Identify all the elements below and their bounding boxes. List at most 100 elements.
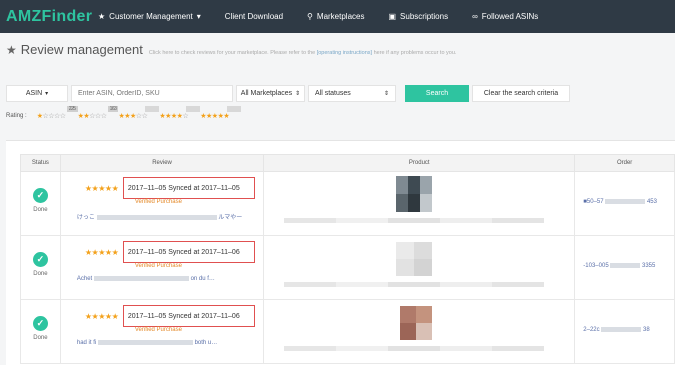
page-header: ★ Review management Click here to check …	[6, 42, 456, 57]
order-id: -103–005 3355	[583, 263, 655, 269]
table-row[interactable]: ✓ Done ★★★★★ 2017–11–05 Synced at 2017–1…	[20, 300, 675, 364]
rating-count: 163	[107, 106, 119, 112]
search-button[interactable]: Search	[405, 85, 469, 102]
nav-marketplaces[interactable]: ⚲ Marketplaces	[307, 12, 364, 21]
status-text: Done	[33, 271, 48, 277]
star-icon: ★	[98, 12, 106, 21]
table-row[interactable]: ✓ Done ★★★★★ 2017–11–05 Synced at 2017–1…	[20, 236, 675, 300]
product-image	[396, 176, 433, 212]
nav-subscriptions[interactable]: ▣ Subscriptions	[388, 12, 448, 21]
page-title-text: Review management	[20, 42, 143, 57]
caret-down-icon: ▾	[45, 91, 49, 97]
marketplace-select[interactable]: All Marketplaces ⇕	[236, 85, 305, 102]
link-icon: ∞	[472, 12, 478, 21]
review-snippet[interactable]: had it fi both u…	[77, 340, 217, 346]
star-icon: ★	[6, 42, 17, 57]
review-stars: ★★★★★	[84, 248, 119, 257]
status-cell: ✓ Done	[21, 236, 61, 299]
redacted-text	[97, 340, 193, 345]
snippet-start: had it fi	[76, 340, 97, 347]
product-title-redacted	[284, 218, 545, 223]
product-cell[interactable]	[264, 236, 576, 299]
app-logo[interactable]: AMZFinder	[6, 8, 92, 26]
order-start: ■50–57	[583, 199, 604, 206]
operating-instructions-link[interactable]: [operating instructions]	[317, 50, 372, 56]
page-hint: Click here to check reviews for your mar…	[149, 50, 457, 56]
nav-label: Subscriptions	[400, 12, 449, 21]
top-navbar: AMZFinder ★ Customer Management ▾ Client…	[0, 0, 675, 33]
nav-client-download[interactable]: Client Download	[225, 12, 283, 21]
snippet-end: both u…	[194, 340, 218, 347]
review-cell: ★★★★★ 2017–11–05 Synced at 2017–11–05 Ve…	[61, 172, 265, 235]
verified-purchase-label: Verified Purchase	[134, 263, 182, 269]
status-select-label: All statuses	[315, 90, 351, 97]
table-header: Status Review Product Order	[20, 154, 675, 172]
nav-followed-asins[interactable]: ∞ Followed ASINs	[472, 12, 538, 21]
status-text: Done	[33, 335, 48, 341]
status-select[interactable]: All statuses ⇕	[308, 85, 396, 102]
order-cell[interactable]: 2–22c 38	[575, 300, 674, 363]
page-title: ★ Review management	[6, 42, 143, 57]
rating-count: 225	[66, 106, 78, 112]
filter-bar: ASIN ▾ All Marketplaces ⇕ All statuses ⇕…	[6, 85, 570, 102]
review-stars: ★★★★★	[84, 184, 119, 193]
nav-label: Marketplaces	[316, 12, 365, 21]
sync-date-highlight: 2017–11–05 Synced at 2017–11–05	[122, 177, 255, 199]
sort-icon: ⇕	[383, 91, 389, 97]
rating-4-star[interactable]: ★★★★☆	[159, 106, 201, 120]
hint-text: Click here to check reviews for your mar…	[148, 49, 316, 56]
order-start: -103–005	[583, 263, 609, 270]
rating-1-star[interactable]: ★☆☆☆☆ 225	[37, 106, 78, 120]
product-cell[interactable]	[264, 172, 576, 235]
sync-date-highlight: 2017–11–05 Synced at 2017–11–06	[122, 241, 255, 263]
col-status: Status	[21, 155, 61, 171]
rating-count-blurred	[227, 106, 242, 112]
redacted-text	[605, 199, 646, 204]
clear-search-button[interactable]: Clear the search criteria	[472, 85, 570, 102]
product-cell[interactable]	[264, 300, 576, 363]
redacted-text	[96, 214, 217, 220]
order-start: 2–22c	[583, 327, 600, 334]
check-icon: ✓	[32, 188, 48, 203]
col-order: Order	[616, 160, 633, 166]
nav-label: Client Download	[224, 12, 284, 21]
order-id: ■50–57 453	[583, 199, 657, 205]
nav-customer-management[interactable]: ★ Customer Management ▾	[98, 12, 201, 21]
hint-text-suffix: here if any problems occur to you.	[373, 49, 457, 56]
product-title-redacted	[284, 282, 545, 287]
sitemap-icon: ⚲	[307, 12, 313, 21]
rating-label: Rating :	[6, 113, 27, 119]
rating-5-star[interactable]: ★★★★★	[200, 106, 242, 120]
nav-label: Followed ASINs	[481, 12, 539, 21]
rating-2-star[interactable]: ★★☆☆☆ 163	[78, 106, 119, 120]
review-cell: ★★★★★ 2017–11–05 Synced at 2017–11–06 Ve…	[61, 236, 265, 299]
redacted-text	[93, 276, 189, 281]
verified-purchase-label: Verified Purchase	[134, 327, 182, 333]
order-cell[interactable]: -103–005 3355	[575, 236, 674, 299]
order-end: 38	[643, 327, 650, 334]
check-icon: ✓	[32, 316, 48, 331]
product-image	[396, 242, 433, 276]
rating-count-blurred	[186, 106, 201, 112]
asin-select[interactable]: ASIN ▾	[6, 85, 68, 102]
rating-3-star[interactable]: ★★★☆☆	[118, 106, 160, 120]
search-input[interactable]	[71, 85, 233, 102]
order-end: 453	[646, 199, 657, 206]
redacted-text	[610, 263, 641, 268]
snippet-end: on du f…	[190, 276, 215, 283]
order-id: 2–22c 38	[583, 327, 650, 334]
table-row[interactable]: ✓ Done ★★★★★ 2017–11–05 Synced at 2017–1…	[20, 172, 675, 236]
status-text: Done	[33, 207, 48, 213]
order-cell[interactable]: ■50–57 453	[575, 172, 674, 235]
review-stars: ★★★★★	[84, 312, 119, 321]
col-review: Review	[61, 155, 265, 171]
rating-filter: Rating : ★☆☆☆☆ 225 ★★☆☆☆ 163 ★★★☆☆ ★★★★☆ ★…	[6, 106, 242, 120]
order-end: 3355	[642, 263, 656, 270]
review-cell: ★★★★★ 2017–11–05 Synced at 2017–11–06 Ve…	[61, 300, 265, 363]
sync-date-highlight: 2017–11–05 Synced at 2017–11–06	[122, 305, 255, 327]
review-snippet[interactable]: けっこ ルマやー	[77, 212, 242, 221]
review-snippet[interactable]: Achet on du f…	[77, 276, 215, 282]
col-product: Product	[264, 155, 576, 171]
verified-purchase-label: Verified Purchase	[134, 199, 182, 205]
status-cell: ✓ Done	[21, 172, 61, 235]
